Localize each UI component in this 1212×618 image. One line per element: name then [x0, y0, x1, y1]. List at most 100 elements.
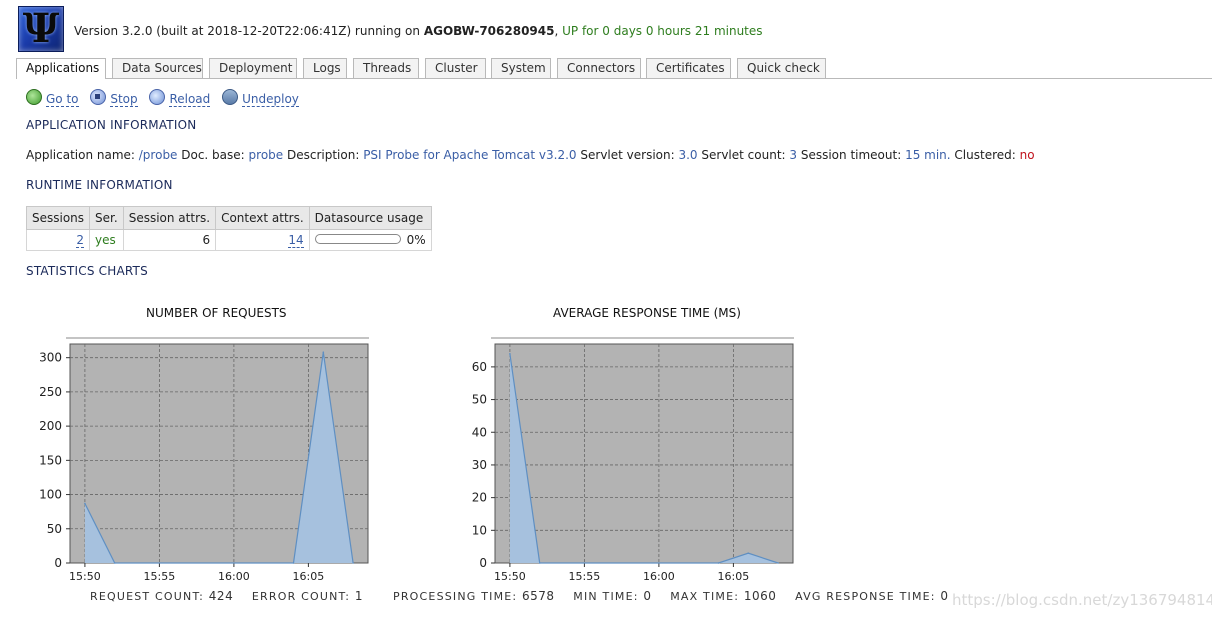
col-context-attrs: Context attrs.: [215, 206, 310, 230]
col-sessions: Sessions: [25, 206, 91, 230]
tab-connectors[interactable]: Connectors: [557, 58, 641, 78]
sep: ,: [554, 24, 563, 38]
tab-logs[interactable]: Logs: [303, 58, 347, 78]
servlet-count-label: Servlet count:: [697, 148, 790, 162]
avg-response-time-label: AVG RESPONSE TIME:: [795, 590, 941, 603]
x-tick-label: 15:55: [144, 570, 176, 583]
y-tick-label: 100: [39, 488, 62, 502]
tab-cluster[interactable]: Cluster: [425, 58, 486, 78]
y-tick-label: 200: [39, 419, 62, 433]
request-count-value: 424: [208, 589, 234, 603]
servlet-count-value: 3: [789, 148, 798, 162]
data-point: [509, 353, 511, 355]
y-tick-label: 50: [472, 393, 487, 407]
data-point: [113, 562, 116, 564]
max-time-value: 1060: [743, 589, 777, 603]
session-timeout-value: 15 min.: [905, 148, 951, 162]
min-time-label: MIN TIME:: [573, 590, 644, 603]
sessions-cell: 2: [25, 229, 91, 251]
requests-chart-footer: REQUEST COUNT: 424 ERROR COUNT: 1: [90, 589, 377, 603]
response-time-chart-title: AVERAGE RESPONSE TIME (MS): [553, 306, 741, 320]
error-count-label: ERROR COUNT:: [251, 590, 355, 603]
col-ser: Ser.: [89, 206, 124, 230]
y-tick-label: 30: [472, 458, 487, 472]
stop-icon: [90, 89, 107, 105]
app-actions: Go to Stop Reload Undeploy: [26, 89, 307, 107]
reload-icon: [149, 89, 166, 105]
data-point: [352, 562, 354, 564]
docbase-value: probe: [248, 148, 284, 162]
session-attrs-cell: 6: [122, 229, 217, 251]
requests-chart: 0 50 100 150 200 250 300 15:50 15:55 16:00 16:05: [39, 337, 369, 583]
y-tick-label: 0: [479, 556, 487, 570]
max-time-label: MAX TIME:: [670, 590, 744, 603]
requests-chart-title: NUMBER OF REQUESTS: [146, 306, 287, 320]
col-session-attrs: Session attrs.: [122, 206, 217, 230]
x-tick-label: 15:50: [494, 570, 526, 583]
data-point: [777, 562, 779, 564]
app-info-line: Application name: /probe Doc. base: prob…: [26, 148, 1035, 162]
col-datasource-usage: Datasource usage: [308, 206, 432, 230]
main-tabs: Applications Data Sources Deployment Log…: [16, 58, 1212, 79]
tab-quick-check[interactable]: Quick check: [737, 58, 826, 78]
y-tick-label: 250: [39, 385, 62, 399]
description-value: PSI Probe for Apache Tomcat v3.2.0: [363, 148, 577, 162]
avg-response-time-value: 0: [940, 589, 949, 603]
x-tick-label: 16:05: [718, 570, 750, 583]
undeploy-button[interactable]: Undeploy: [222, 89, 299, 107]
table-header-row: Sessions Ser. Session attrs. Context att…: [25, 206, 432, 230]
x-tick-label: 15:55: [569, 570, 601, 583]
runtime-info-heading: RUNTIME INFORMATION: [26, 178, 173, 192]
docbase-label: Doc. base:: [177, 148, 249, 162]
data-point: [717, 562, 720, 564]
datasource-usage-cell: 0%: [308, 229, 432, 251]
data-point: [322, 351, 325, 354]
stop-label: Stop: [110, 92, 138, 107]
goto-icon: [26, 89, 42, 105]
clustered-value: no: [1019, 148, 1035, 162]
datasource-usage-text: 0%: [406, 233, 426, 247]
app-info-heading: APPLICATION INFORMATION: [26, 118, 197, 132]
y-tick-label: 40: [472, 425, 487, 439]
description-label: Description:: [283, 148, 364, 162]
data-point: [292, 562, 295, 564]
datasource-usage-bar: [314, 234, 401, 244]
app-logo: Ψ: [18, 6, 64, 52]
processing-time-label: PROCESSING TIME:: [393, 590, 523, 603]
y-tick-label: 20: [472, 491, 487, 505]
uptime-text: UP for 0 days 0 hours 21 minutes: [562, 24, 763, 38]
tab-applications[interactable]: Applications: [16, 58, 106, 79]
tab-certificates[interactable]: Certificates: [646, 58, 731, 78]
y-tick-label: 0: [54, 556, 62, 570]
reload-button[interactable]: Reload: [149, 89, 211, 107]
y-tick-label: 150: [39, 453, 62, 467]
processing-time-value: 6578: [522, 589, 555, 603]
x-tick-label: 16:00: [643, 570, 675, 583]
watermark: https://blog.csdn.net/zy1367948142: [952, 591, 1212, 609]
servlet-version-value: 3.0: [678, 148, 698, 162]
tab-deployment[interactable]: Deployment: [209, 58, 297, 78]
data-point: [538, 562, 541, 564]
servlet-version-label: Servlet version:: [576, 148, 679, 162]
table-row: 2 yes 6 14 0%: [25, 229, 432, 251]
response-time-chart-footer: PROCESSING TIME: 6578 MIN TIME: 0 MAX TI…: [393, 589, 963, 603]
goto-label: Go to: [46, 92, 79, 107]
data-point: [747, 552, 750, 554]
host-name: AGOBW-706280945: [423, 24, 555, 38]
app-name-value: /probe: [138, 148, 178, 162]
data-point: [84, 502, 86, 505]
reload-label: Reload: [169, 92, 211, 107]
y-tick-label: 60: [472, 360, 487, 374]
y-tick-label: 50: [47, 522, 62, 536]
y-tick-label: 300: [39, 351, 62, 365]
context-attrs-link[interactable]: 14: [288, 233, 304, 248]
sessions-link[interactable]: 2: [76, 233, 85, 248]
stop-button[interactable]: Stop: [90, 89, 138, 107]
context-attrs-cell: 14: [215, 229, 310, 251]
tab-threads[interactable]: Threads: [353, 58, 419, 78]
goto-button[interactable]: Go to: [26, 89, 79, 107]
x-tick-label: 16:00: [218, 570, 250, 583]
tab-system[interactable]: System: [491, 58, 551, 78]
x-tick-label: 16:05: [293, 570, 325, 583]
tab-data-sources[interactable]: Data Sources: [112, 58, 203, 78]
